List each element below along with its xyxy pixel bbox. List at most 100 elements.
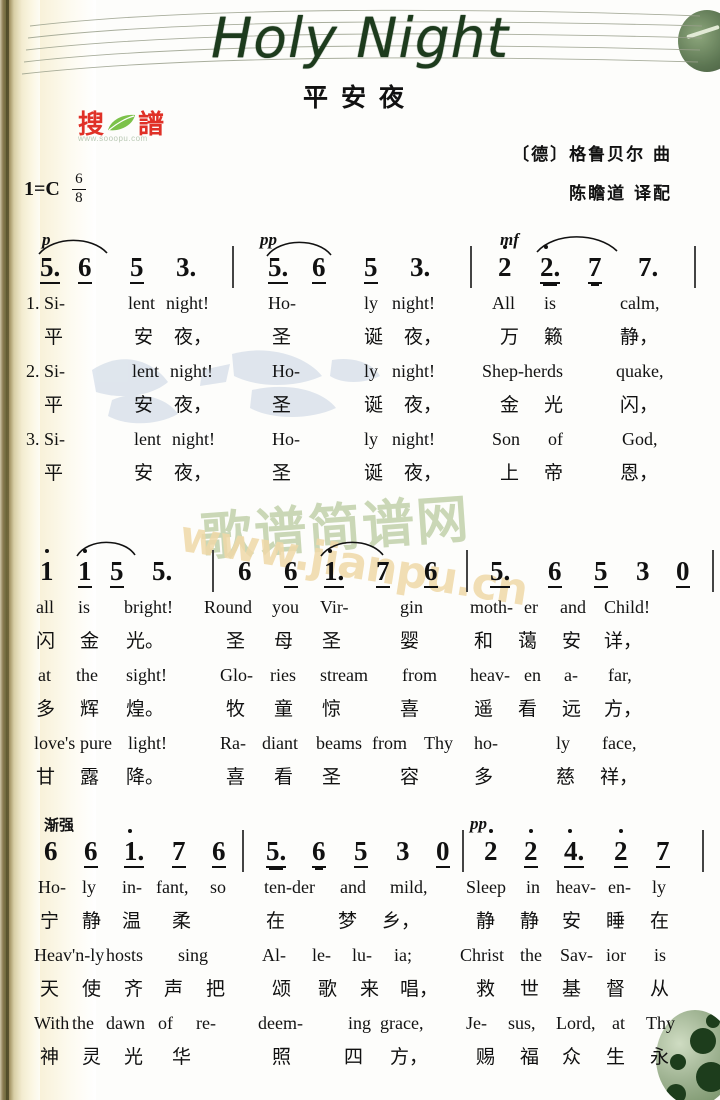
lyric-syllable: 露 — [80, 766, 100, 788]
lyric-syllable: from — [372, 733, 407, 753]
lyric-syllable: Thy — [646, 1013, 675, 1033]
lyric-syllable: 童 — [274, 698, 294, 720]
lyric-syllable: 平 — [44, 394, 64, 416]
sheet-music-page: Holy Night 平安夜 搜譜 www.sooopu.com 〔德〕格鲁贝尔… — [0, 0, 720, 1100]
lyric-syllable: 方， — [604, 698, 643, 720]
lyric-syllable: is — [654, 945, 667, 965]
lyric-syllable: 使 — [82, 978, 102, 1000]
lyric-syllable: 圣 — [322, 630, 342, 652]
lyric-syllable: 照 — [272, 1046, 292, 1068]
lyric-syllable: 1. — [26, 293, 40, 313]
note: 7 — [656, 838, 670, 868]
lyric-syllable: 夜， — [174, 394, 213, 416]
lyric-syllable: night! — [166, 293, 209, 313]
note-value: 2 — [498, 252, 512, 282]
lyric-syllable: hosts — [106, 945, 144, 965]
lyric-syllable: 降。 — [126, 766, 165, 788]
lyric-syllable: at — [38, 665, 51, 685]
barline — [232, 246, 234, 288]
lyric-syllable: All — [492, 293, 516, 313]
lyric-syllable: calm, — [620, 293, 660, 313]
music-system-3: 渐强 pp 6 6 1. 7 6 5. 6 5 3 0 2 2 4. 2 7 Ho-ly in-fant, so te… — [0, 814, 720, 1082]
octave-dot-icon — [328, 549, 333, 553]
lyric-syllable: beams — [316, 733, 362, 753]
lyric-syllable: 多 — [36, 698, 56, 720]
lyric-syllable: love's — [34, 733, 76, 753]
credits-block: 〔德〕格鲁贝尔 曲 陈瞻道 译配 — [512, 140, 672, 218]
lyric-syllable: sus, — [508, 1013, 536, 1033]
note: 7 — [376, 558, 390, 588]
octave-dot-icon — [44, 549, 49, 553]
lyric-syllable: God, — [622, 429, 658, 449]
lyric-syllable: 华 — [172, 1046, 192, 1068]
lyric-syllable: Shep-herds — [482, 361, 563, 381]
lyric-syllable: of — [158, 1013, 173, 1033]
lyric-syllable: er — [524, 597, 538, 617]
note: 5. — [266, 838, 287, 868]
lyric-syllable: 圣 — [272, 394, 292, 416]
dynamic-marking: pp — [260, 230, 277, 249]
note: 2 — [498, 245, 512, 282]
lyric-syllable: 恩， — [620, 462, 659, 484]
lyric-syllable: 光 — [124, 1046, 144, 1068]
note: 5 — [364, 254, 378, 284]
lyric-syllable: 惊 — [322, 698, 342, 720]
lyric-syllable: all — [36, 597, 54, 617]
note: 5 — [354, 838, 368, 868]
note-value: 2 — [484, 836, 498, 866]
lyric-syllable: 在 — [266, 910, 286, 932]
lyric-syllable: 万 — [500, 326, 520, 348]
octave-dot-icon — [568, 829, 573, 833]
music-system-2: 1 1 5 5. 6 6 1. 7 6 5. 6 5 3 0 all is bright! Round you Vi… — [0, 536, 720, 802]
lyric-syllable: night! — [392, 293, 435, 313]
lyric-syllable: bright! — [124, 597, 173, 617]
lyric-syllable: 在 — [650, 910, 670, 932]
lyric-syllable: 静， — [620, 326, 659, 348]
lyric-syllable: 闪， — [620, 394, 659, 416]
note-value: 5 — [594, 556, 608, 586]
lyric-syllable: 诞 — [364, 326, 384, 348]
lyric-syllable: ly — [652, 877, 667, 897]
lyric-syllable: sing — [178, 945, 209, 965]
lyric-syllable: Sleep — [466, 877, 506, 897]
lyric-syllable: Ho- — [272, 429, 300, 449]
lyric-syllable: Je- — [466, 1013, 487, 1033]
lyric-syllable: lu- — [352, 945, 372, 965]
lyric-syllable: pure — [80, 733, 112, 753]
lyric-syllable: in- — [122, 877, 142, 897]
lyric-syllable: 灵 — [82, 1046, 102, 1068]
logo-url: www.sooopu.com — [78, 134, 148, 143]
lyric-syllable: 世 — [520, 978, 540, 1000]
note: 3 — [636, 558, 650, 585]
lyric-syllable: ior — [606, 945, 626, 965]
lyric-syllable: 歌 — [318, 978, 338, 1000]
lyric-syllable: 甘 — [36, 766, 56, 788]
note-value: 6 — [238, 556, 252, 586]
lyric-syllable: 赐 — [476, 1046, 496, 1068]
lyric-syllable: 安 — [134, 394, 154, 416]
note: 3. — [176, 254, 196, 281]
lyric-syllable: 婴 — [400, 630, 420, 652]
note: 6 — [84, 838, 98, 868]
lyric-syllable: Lord, — [556, 1013, 596, 1033]
note: 5. — [490, 558, 511, 588]
page-title: Holy Night — [210, 6, 510, 70]
lyric-syllable: gin — [400, 597, 424, 617]
time-signature: 6 8 — [71, 171, 86, 207]
lyric-syllable: night! — [392, 361, 435, 381]
lyric-syllable: 众 — [562, 1046, 582, 1068]
lyric-syllable: 辉 — [80, 698, 100, 720]
lyric-syllable: quake, — [616, 361, 664, 381]
note: 6 — [312, 254, 326, 284]
note: 3 — [396, 838, 410, 865]
lyric-syllable: Al- — [262, 945, 286, 965]
lyric-syllable: With — [34, 1013, 70, 1033]
lyric-syllable: 夜， — [404, 462, 443, 484]
lyric-syllable: 看 — [518, 698, 538, 720]
note: 6 — [312, 838, 326, 868]
octave-dot-icon — [618, 829, 623, 833]
translator-credit: 陈瞻道 译配 — [569, 184, 672, 204]
meter-numerator: 6 — [75, 171, 83, 187]
note: 5. — [268, 254, 289, 284]
note-value: 7 — [172, 836, 186, 866]
